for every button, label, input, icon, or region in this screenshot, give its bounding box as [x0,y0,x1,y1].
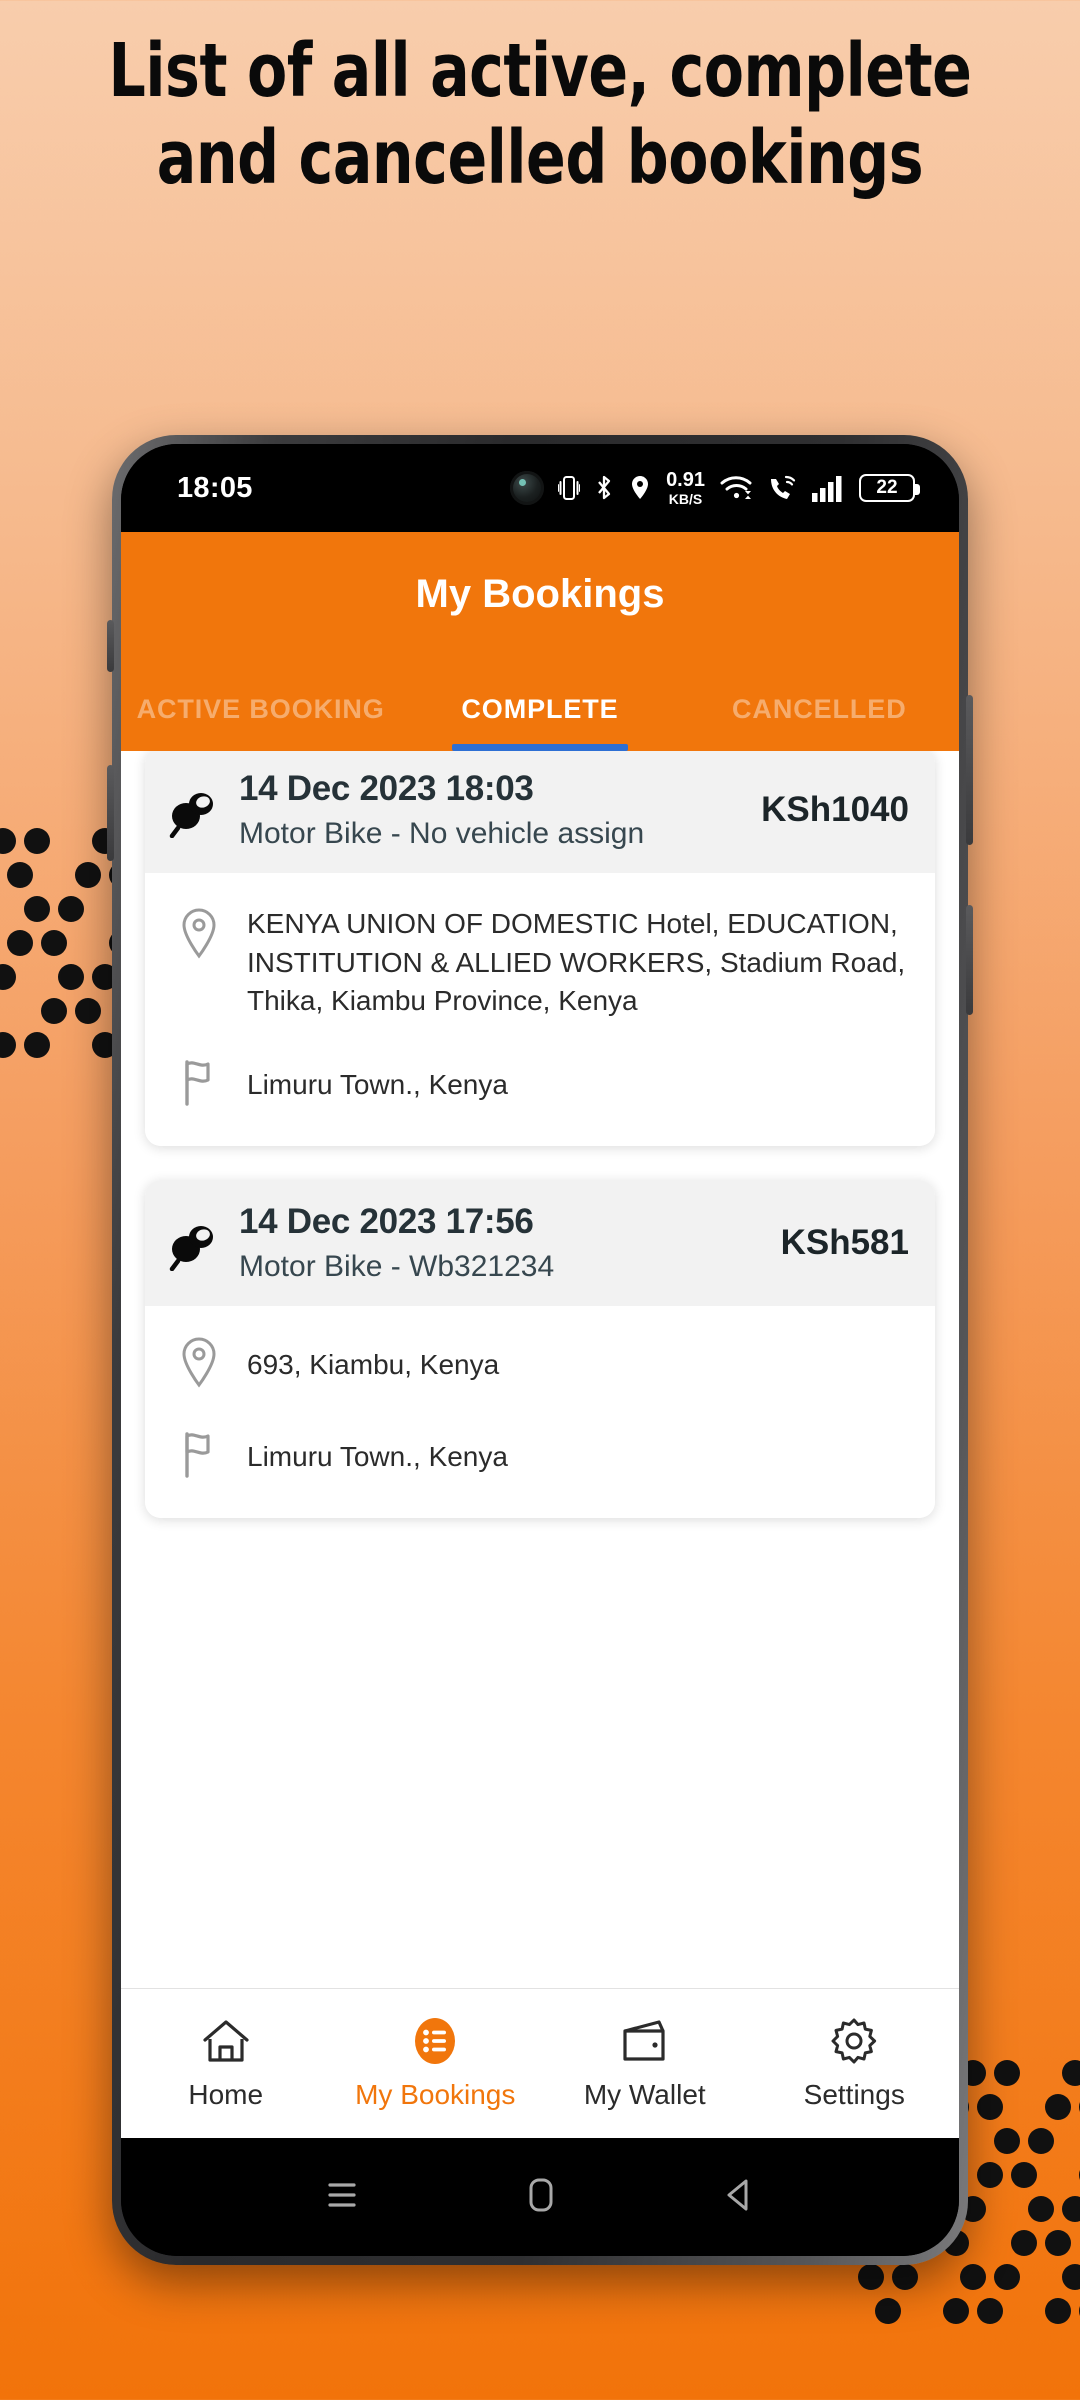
booking-date: 14 Dec 2023 17:56 [239,1201,534,1241]
nav-label: Settings [803,2079,905,2110]
booking-list-scroll-area[interactable]: 14 Dec 2023 18:03 Motor Bike - No vehicl… [121,751,959,1988]
app-title: My Bookings [415,572,665,616]
network-speed-value: 0.91 [666,469,705,491]
network-speed-unit: KB/S [668,491,703,507]
network-speed-indicator: 0.91 KB/S [666,470,705,506]
status-bar: 18:05 0.91 KB/S 22 [121,444,959,532]
booking-card-header-texts: 14 Dec 2023 18:03 Motor Bike - No vehicl… [239,769,737,851]
status-bar-icons: 0.91 KB/S 22 [510,470,920,506]
bluetooth-icon [598,475,611,500]
booking-card-header-texts: 14 Dec 2023 17:56 Motor Bike - Wb321234 [239,1202,757,1284]
gear-icon [829,2016,879,2066]
device-button-right-upper [966,695,973,845]
device-button-left-upper [107,620,114,672]
page-title: List of all active, complete and cancell… [108,28,972,201]
location-pin-icon [179,1336,223,1393]
android-system-navigation-bar [121,2138,959,2256]
booking-vehicle: Motor Bike - Wb321234 [239,1249,555,1283]
location-pin-icon [632,476,649,499]
booking-fare: KSh1040 [761,790,909,829]
nav-label: Home [188,2079,264,2110]
battery-level-label: 22 [876,477,898,498]
pickup-address: 693, Kiambu, Kenya [247,1349,500,1381]
app-header: My Bookings ACTIVE BOOKING COMPLETE CANC… [121,532,959,751]
tab-bar: ACTIVE BOOKING COMPLETE CANCELLED [121,647,959,751]
home-square-icon[interactable] [524,2175,558,2220]
pickup-address-row: KENYA UNION OF DOMESTIC Hotel, EDUCATION… [179,903,909,1021]
bottom-navigation-bar: Home My Bookings My Wallet Settings [121,1988,959,2138]
nav-item-my-wallet[interactable]: My Wallet [540,2016,750,2111]
status-bar-clock: 18:05 [177,471,253,504]
device-button-left-lower [107,765,114,861]
bookings-list-icon [410,2016,460,2066]
booking-card[interactable]: 14 Dec 2023 18:03 Motor Bike - No vehicl… [145,751,935,1146]
dropoff-address: Limuru Town., Kenya [247,1441,508,1473]
booking-card[interactable]: 14 Dec 2023 17:56 Motor Bike - Wb321234 … [145,1179,935,1518]
signal-bars-icon [812,476,842,502]
booking-card-body: 693, Kiambu, Kenya Limuru Town., Kenya [145,1305,935,1518]
dropoff-address: Limuru Town., Kenya [247,1069,508,1101]
pickup-address-row: 693, Kiambu, Kenya [179,1336,909,1393]
motorbike-icon [163,782,225,838]
motorbike-icon [163,1215,225,1271]
nav-label: My Wallet [583,2079,706,2110]
flag-icon [179,1429,223,1484]
dropoff-address-row: Limuru Town., Kenya [179,1057,909,1112]
dropoff-address-row: Limuru Town., Kenya [179,1429,909,1484]
recents-icon[interactable] [323,2178,361,2217]
tab-active-booking[interactable]: ACTIVE BOOKING [121,694,400,751]
booking-fare: KSh581 [780,1222,909,1262]
nav-item-settings[interactable]: Settings [750,2016,960,2111]
location-pin-icon [179,903,223,964]
booking-card-header: 14 Dec 2023 18:03 Motor Bike - No vehicl… [145,751,935,873]
flag-icon [179,1057,223,1112]
device-button-right-lower [966,905,973,1015]
tab-complete[interactable]: COMPLETE [400,694,679,751]
booking-date: 14 Dec 2023 18:03 [239,769,534,808]
booking-card-body: KENYA UNION OF DOMESTIC Hotel, EDUCATION… [145,873,935,1146]
home-icon [201,2016,251,2066]
vowifi-call-icon [771,475,796,499]
tab-cancelled[interactable]: CANCELLED [680,694,959,751]
camera-punch-hole-icon [510,471,545,505]
phone-device-frame: 18:05 0.91 KB/S 22 My Bookings ACTIVE BO… [107,435,973,2265]
wifi-icon [720,476,752,499]
battery-icon: 22 [859,474,920,502]
nav-item-home[interactable]: Home [121,2016,331,2111]
booking-list: 14 Dec 2023 18:03 Motor Bike - No vehicl… [121,751,959,1552]
vibrate-icon [558,476,581,500]
phone-screen: 18:05 0.91 KB/S 22 My Bookings ACTIVE BO… [121,444,959,2256]
booking-vehicle: Motor Bike - No vehicle assign [239,817,645,850]
pickup-address: KENYA UNION OF DOMESTIC Hotel, EDUCATION… [247,908,906,1017]
back-triangle-icon[interactable] [721,2176,757,2219]
nav-item-my-bookings[interactable]: My Bookings [331,2016,541,2111]
nav-label: My Bookings [355,2079,516,2110]
wallet-icon [619,2016,671,2066]
booking-card-header: 14 Dec 2023 17:56 Motor Bike - Wb321234 … [145,1179,935,1306]
